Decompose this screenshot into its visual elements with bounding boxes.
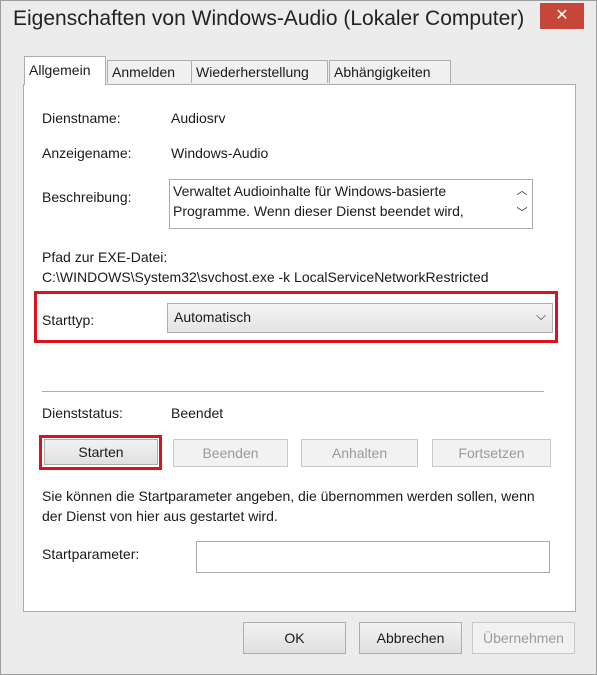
service-status-value: Beendet: [171, 405, 224, 421]
start-params-info: Sie können die Startparameter angeben, d…: [42, 488, 535, 524]
startup-type-select[interactable]: Automatisch ⌵: [167, 303, 553, 333]
start-params-input[interactable]: [196, 541, 550, 573]
service-status-label: Dienststatus:: [42, 405, 123, 421]
tab-abhaengigkeiten[interactable]: Abhängigkeiten: [329, 60, 451, 83]
general-tab-panel: Dienstname: Audiosrv Anzeigename: Window…: [23, 84, 576, 612]
startup-type-label: Starttyp:: [42, 312, 95, 328]
start-button-label: Starten: [78, 444, 124, 460]
dialog-window: Eigenschaften von Windows-Audio (Lokaler…: [0, 0, 597, 675]
resume-button-label: Fortsetzen: [458, 445, 525, 461]
stop-button-label: Beenden: [202, 445, 259, 461]
resume-button[interactable]: Fortsetzen: [432, 439, 551, 467]
start-button[interactable]: Starten: [44, 439, 158, 465]
path-label: Pfad zur EXE-Datei:: [42, 249, 168, 265]
description-box[interactable]: Verwaltet Audioinhalte für Windows-basie…: [169, 179, 533, 229]
ok-button[interactable]: OK: [243, 622, 346, 654]
path-value: C:\WINDOWS\System32\svchost.exe -k Local…: [42, 269, 489, 285]
service-name-value: Audiosrv: [171, 110, 226, 126]
close-icon: ✕: [555, 7, 569, 24]
description-text: Verwaltet Audioinhalte für Windows-basie…: [173, 183, 464, 219]
start-params-label: Startparameter:: [42, 546, 140, 562]
apply-button[interactable]: Übernehmen: [472, 622, 575, 654]
cancel-button[interactable]: Abbrechen: [359, 622, 462, 654]
title-bar[interactable]: Eigenschaften von Windows-Audio (Lokaler…: [1, 1, 596, 41]
display-name-label: Anzeigename:: [42, 145, 132, 161]
tab-allgemein[interactable]: Allgemein: [24, 56, 106, 85]
display-name-value: Windows-Audio: [171, 145, 269, 161]
tab-anmelden[interactable]: Anmelden: [107, 60, 192, 83]
close-button[interactable]: ✕: [540, 3, 584, 29]
pause-button-label: Anhalten: [331, 445, 388, 461]
pause-button[interactable]: Anhalten: [301, 439, 418, 467]
stop-button[interactable]: Beenden: [173, 439, 288, 467]
scroll-down-icon[interactable]: ﹀: [515, 204, 529, 220]
service-name-label: Dienstname:: [42, 110, 121, 126]
startup-type-value: Automatisch: [174, 309, 252, 325]
apply-button-label: Übernehmen: [483, 630, 564, 646]
description-label: Beschreibung:: [42, 189, 132, 205]
cancel-button-label: Abbrechen: [376, 630, 445, 646]
ok-button-label: OK: [284, 630, 305, 646]
chevron-down-icon: ⌵: [536, 308, 546, 323]
scroll-up-icon[interactable]: ︿: [515, 182, 529, 198]
window-title: Eigenschaften von Windows-Audio (Lokaler…: [13, 7, 525, 30]
tab-wiederherstellung[interactable]: Wiederherstellung: [191, 60, 328, 83]
divider: [42, 391, 544, 393]
